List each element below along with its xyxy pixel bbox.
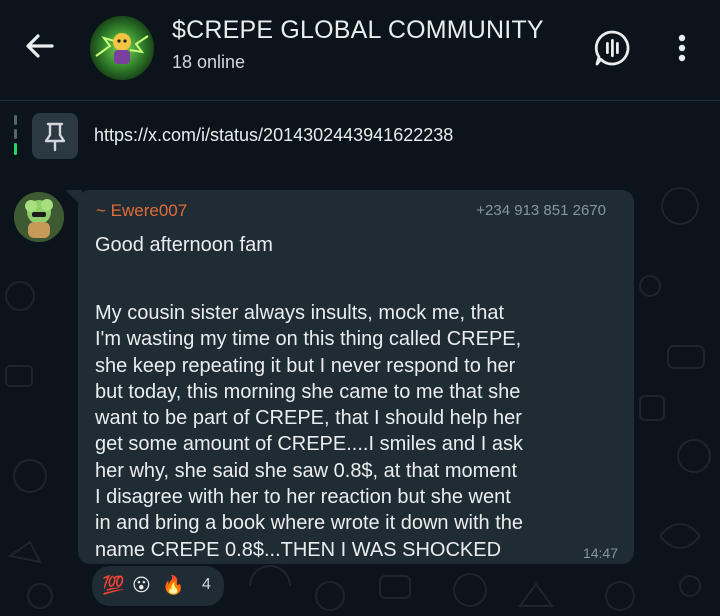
pin-button[interactable] (32, 113, 78, 159)
group-avatar-image (90, 16, 154, 80)
message-reactions[interactable]: 💯 😮 🔥 4 (90, 564, 226, 608)
message-body: My cousin sister always insults, mock me… (95, 302, 524, 561)
more-vertical-icon[interactable] (670, 30, 694, 66)
reaction-count: 4 (202, 576, 211, 593)
message-time: 14:47 (582, 545, 618, 561)
message-greeting: Good afternoon fam (95, 234, 273, 256)
pinned-message-text[interactable]: https://x.com/i/status/20143024439416222… (94, 125, 453, 146)
reaction-surprised-icon: 😮 (132, 575, 151, 595)
reaction-hundred-icon: 💯 (102, 575, 125, 595)
reaction-fire-icon: 🔥 (162, 575, 185, 595)
online-count: 18 online (172, 52, 246, 72)
pinned-message-bar[interactable]: https://x.com/i/status/20143024439416222… (0, 100, 720, 175)
sender-name[interactable]: ~ Ewere007 (96, 201, 187, 221)
arrow-left-icon[interactable] (22, 28, 58, 64)
pin-icon (44, 122, 66, 152)
sender-avatar-image (14, 192, 64, 242)
pinned-index-indicator (14, 115, 17, 155)
sender-phone: +234 913 851 2670 (476, 202, 606, 219)
group-title[interactable]: $CREPE GLOBAL COMMUNITY (172, 16, 544, 45)
group-avatar[interactable] (90, 16, 154, 80)
chat-header: $CREPE GLOBAL COMMUNITY 18 online (0, 0, 720, 98)
message-bubble[interactable]: ~ Ewere007 +234 913 851 2670 Good aftern… (78, 190, 634, 564)
sender-avatar[interactable] (14, 192, 64, 242)
voice-chat-icon[interactable] (592, 28, 632, 68)
chat-area: ~ Ewere007 +234 913 851 2670 Good aftern… (0, 176, 720, 616)
